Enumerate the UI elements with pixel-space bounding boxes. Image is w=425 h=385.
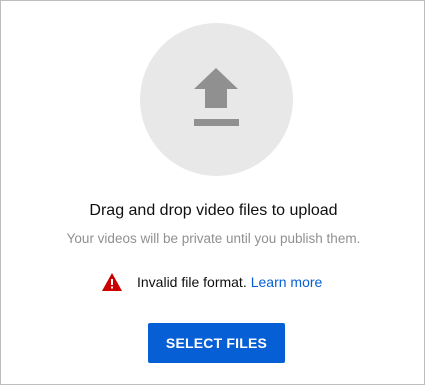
select-files-button[interactable]: SELECT FILES	[148, 323, 285, 363]
upload-drop-zone[interactable]	[140, 23, 293, 176]
warning-icon	[102, 273, 122, 291]
upload-dialog: Drag and drop video files to upload Your…	[0, 0, 425, 385]
error-text: Invalid file format.	[137, 274, 247, 290]
error-message-row: Invalid file format. Learn more	[101, 271, 322, 293]
upload-subtitle: Your videos will be private until you pu…	[66, 231, 361, 246]
upload-arrow-icon	[194, 68, 239, 126]
upload-title: Drag and drop video files to upload	[89, 202, 338, 219]
learn-more-link[interactable]: Learn more	[251, 274, 323, 290]
